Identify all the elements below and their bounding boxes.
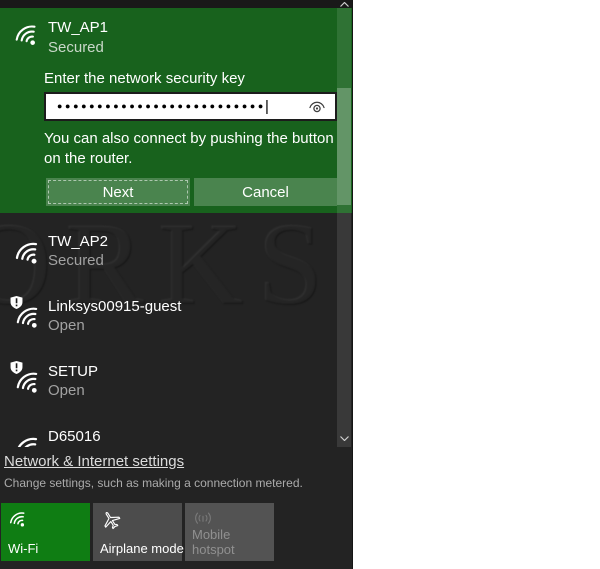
chevron-down-icon — [340, 435, 349, 441]
network-name: Linksys00915-guest — [48, 298, 182, 315]
push-button-note: You can also connect by pushing the butt… — [44, 130, 334, 167]
network-name: D65016 — [48, 428, 101, 445]
wifi-warning-icon — [10, 360, 45, 400]
list-top-edge — [0, 0, 352, 8]
wifi-warning-icon — [10, 295, 45, 335]
scroll-down-button[interactable] — [338, 431, 351, 445]
cancel-button-label: Cancel — [242, 183, 289, 201]
shield-exclamation-icon — [10, 296, 23, 309]
network-name: SETUP — [48, 363, 99, 380]
wifi-toggle-tile[interactable]: Wi-Fi — [1, 503, 90, 561]
network-settings-link[interactable]: Network & Internet settings — [4, 453, 184, 470]
wifi-icon — [11, 230, 45, 270]
network-name: TW_AP2 — [48, 233, 109, 250]
tile-label: Airplane mode — [100, 541, 184, 556]
network-list: ORKS TW_AP1 Secured Enter the network se… — [0, 0, 352, 447]
network-row-d65016[interactable]: D65016 — [0, 421, 337, 447]
password-masked-value: ●●●●●●●●●●●●●●●●●●●●●●●●●● — [57, 101, 266, 111]
scrollbar-thumb[interactable] — [337, 88, 351, 205]
wifi-network-flyout: ORKS TW_AP1 Secured Enter the network se… — [0, 0, 353, 569]
wifi-icon — [9, 510, 25, 528]
settings-caption: Change settings, such as making a connec… — [4, 476, 303, 490]
scroll-up-button[interactable] — [338, 0, 351, 9]
tile-label: Wi-Fi — [8, 541, 39, 556]
wifi-icon — [15, 23, 37, 47]
selected-network-panel: TW_AP1 Secured Enter the network securit… — [0, 8, 352, 213]
wifi-weak-icon — [11, 425, 45, 447]
next-button-label: Next — [102, 183, 134, 201]
network-status: Secured — [48, 252, 104, 269]
airplane-mode-tile[interactable]: Airplane mode — [93, 503, 184, 561]
airplane-icon — [104, 511, 121, 530]
next-button[interactable]: Next — [46, 178, 190, 206]
flyout-footer: Network & Internet settings Change setti… — [0, 447, 352, 569]
network-status: Open — [48, 317, 85, 334]
mobile-hotspot-tile: Mobile hotspot — [185, 503, 274, 561]
text-cursor: | — [264, 98, 269, 115]
network-status: Open — [48, 382, 85, 399]
scrollbar-track[interactable] — [337, 8, 351, 447]
network-row-linksys-guest[interactable]: Linksys00915-guest Open — [0, 291, 337, 355]
security-key-input[interactable]: ●●●●●●●●●●●●●●●●●●●●●●●●●● | — [44, 92, 337, 121]
security-key-prompt: Enter the network security key — [44, 70, 245, 87]
network-name: TW_AP1 — [48, 19, 109, 36]
shield-exclamation-icon — [10, 361, 23, 374]
screen: ORKS TW_AP1 Secured Enter the network se… — [0, 0, 600, 569]
network-row-tw-ap2[interactable]: TW_AP2 Secured — [0, 226, 337, 290]
cancel-button[interactable]: Cancel — [194, 178, 337, 206]
network-status: Secured — [48, 39, 104, 56]
network-row-setup[interactable]: SETUP Open — [0, 356, 337, 420]
tile-label: Mobile hotspot — [192, 527, 235, 557]
reveal-password-icon[interactable] — [307, 99, 327, 115]
chevron-up-icon — [340, 2, 349, 7]
